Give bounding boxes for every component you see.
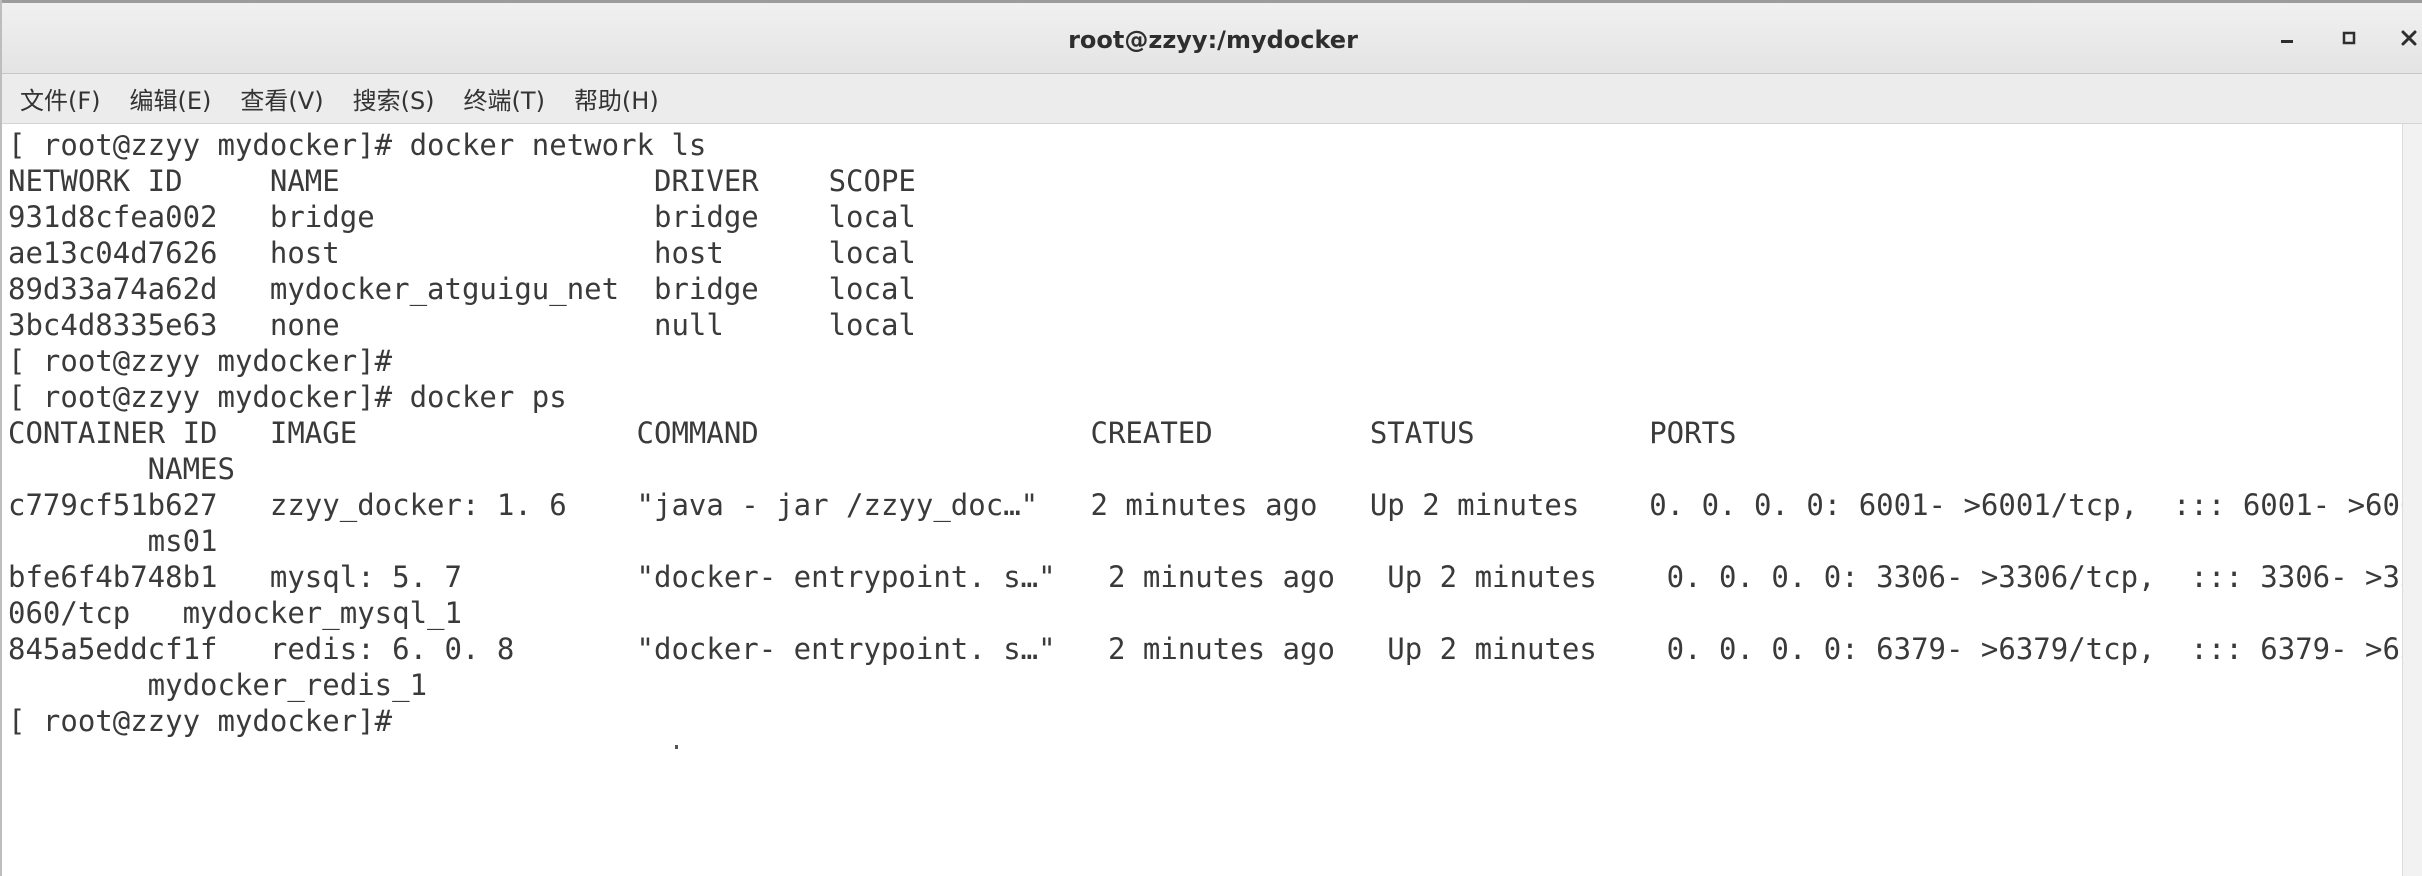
terminal-line: bfe6f4b748b1 mysql: 5. 7 "docker- entryp… bbox=[8, 560, 2422, 594]
menu-terminal[interactable]: 终端(T) bbox=[464, 81, 545, 116]
maximize-icon bbox=[2342, 31, 2356, 45]
terminal-line: 89d33a74a62d mydocker_atguigu_net bridge… bbox=[8, 272, 916, 306]
terminal-prompt: [ root@zzyy mydocker]# bbox=[8, 704, 393, 738]
terminal-line: NETWORK ID NAME DRIVER SCOPE bbox=[8, 164, 916, 198]
terminal-line: ae13c04d7626 host host local bbox=[8, 236, 916, 270]
terminal-line: mydocker_redis_1 bbox=[8, 668, 428, 702]
terminal-line: CONTAINER ID IMAGE COMMAND CREATED STATU… bbox=[8, 416, 1737, 450]
terminal-line: NAMES bbox=[8, 452, 235, 486]
menu-edit[interactable]: 编辑(E) bbox=[130, 81, 212, 116]
terminal-line: [ root@zzyy mydocker]# docker network ls bbox=[8, 128, 707, 162]
mouse-pointer-dot bbox=[675, 745, 678, 749]
terminal-scrollbar[interactable] bbox=[2402, 124, 2422, 876]
minimize-button[interactable] bbox=[2272, 23, 2302, 53]
terminal-line: 3bc4d8335e63 none null local bbox=[8, 308, 916, 342]
terminal-line: [ root@zzyy mydocker]# bbox=[8, 344, 393, 378]
title-bar[interactable]: root@zzyy:/mydocker bbox=[2, 0, 2422, 74]
terminal-line: ms01 bbox=[8, 524, 218, 558]
window-title: root@zzyy:/mydocker bbox=[1068, 26, 1358, 54]
menu-file[interactable]: 文件(F) bbox=[20, 81, 101, 116]
terminal-line: c779cf51b627 zzyy_docker: 1. 6 "java - j… bbox=[8, 488, 2422, 522]
minimize-icon bbox=[2281, 40, 2293, 43]
menu-view[interactable]: 查看(V) bbox=[240, 81, 323, 116]
close-button[interactable] bbox=[2394, 23, 2422, 53]
close-icon bbox=[2401, 30, 2417, 46]
terminal-line: [ root@zzyy mydocker]# docker ps bbox=[8, 380, 567, 414]
menu-bar: 文件(F) 编辑(E) 查看(V) 搜索(S) 终端(T) 帮助(H) bbox=[2, 74, 2422, 124]
terminal-output[interactable]: [ root@zzyy mydocker]# docker network ls… bbox=[8, 127, 2422, 876]
menu-search[interactable]: 搜索(S) bbox=[353, 81, 435, 116]
terminal-line: 060/tcp mydocker_mysql_1 bbox=[8, 596, 462, 630]
terminal-line: 845a5eddcf1f redis: 6. 0. 8 "docker- ent… bbox=[8, 632, 2422, 666]
terminal-line: 931d8cfea002 bridge bridge local bbox=[8, 200, 916, 234]
terminal-window: root@zzyy:/mydocker 文件(F) 编辑(E) 查看(V) 搜索… bbox=[0, 0, 2422, 876]
menu-help[interactable]: 帮助(H) bbox=[574, 81, 659, 116]
maximize-button[interactable] bbox=[2334, 23, 2364, 53]
